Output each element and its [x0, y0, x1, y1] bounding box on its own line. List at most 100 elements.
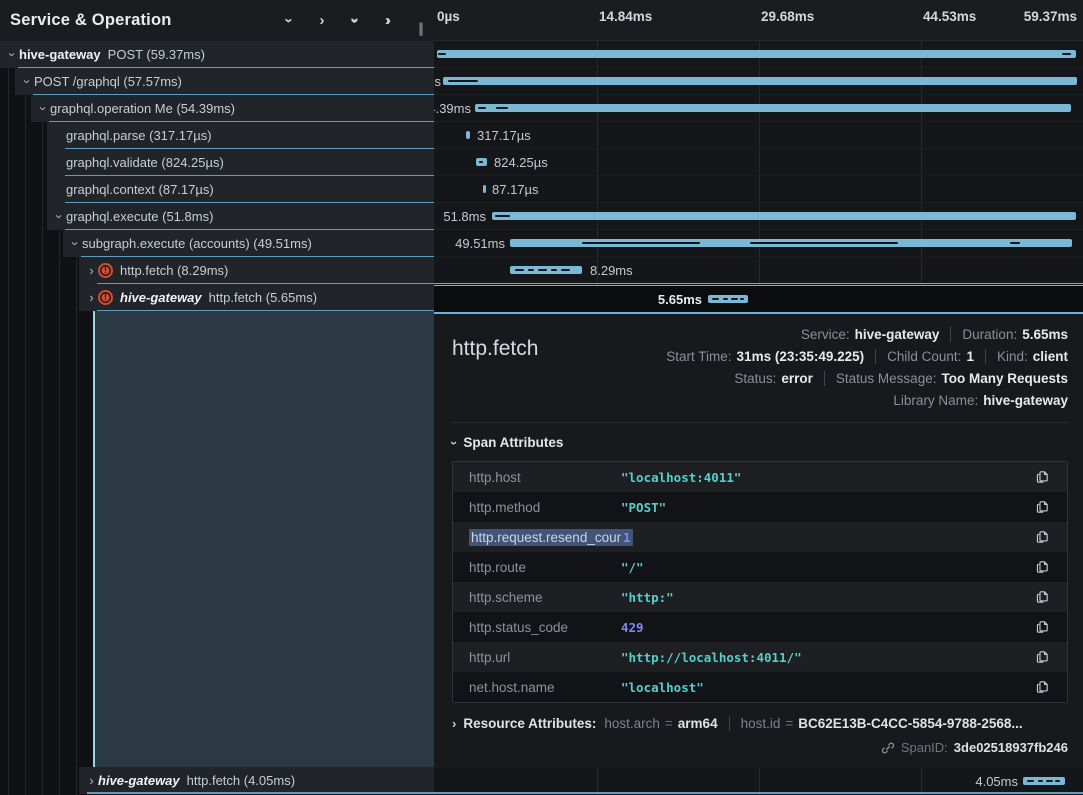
meta-label: Duration: [962, 327, 1017, 342]
chevron-right-icon[interactable]: › [314, 12, 330, 29]
span-bar-row [434, 41, 1083, 68]
span-bar-row: 57.57ms [434, 68, 1083, 95]
attribute-row: http.method "POST" [453, 492, 1067, 522]
copy-button[interactable] [1025, 679, 1059, 695]
span-bar[interactable] [437, 50, 1076, 58]
double-chevron-right-icon[interactable]: ›› [380, 12, 396, 29]
span-tree-row[interactable]: graphql.context (87.17µs) [47, 176, 434, 203]
span-tree-row[interactable]: › hive-gateway POST (59.37ms) [0, 41, 434, 68]
timeline-pane: 0µs 14.84ms 29.68ms 44.53ms 59.37ms 57.5… [434, 0, 1083, 795]
span-service-name: hive-gateway [98, 768, 180, 794]
detail-divider [452, 422, 1068, 423]
copy-button[interactable] [1025, 559, 1059, 575]
meta-value-service: hive-gateway [855, 327, 940, 342]
chevron-right-icon[interactable]: › [85, 264, 98, 277]
span-tree-row[interactable]: graphql.parse (317.17µs) [47, 122, 434, 149]
chevron-down-icon[interactable]: › [53, 210, 66, 223]
attribute-key: http.method [469, 500, 621, 515]
span-tree-row[interactable]: › POST /graphql (57.57ms) [15, 68, 434, 95]
resource-attributes-row[interactable]: › Resource Attributes: host.arch = arm64… [452, 716, 1068, 731]
attribute-key: http.url [469, 650, 621, 665]
timeline-ruler: 0µs 14.84ms 29.68ms 44.53ms 59.37ms [434, 0, 1083, 41]
span-label: POST /graphql (57.57ms) [34, 69, 182, 95]
span-bar[interactable] [1023, 777, 1065, 785]
copy-icon [1035, 559, 1050, 575]
span-label: POST (59.37ms) [108, 42, 205, 68]
meta-value-start-time: 31ms (23:35:49.225) [737, 349, 865, 364]
chevron-down-icon[interactable]: › [281, 13, 298, 29]
span-bar[interactable] [708, 295, 748, 303]
chevron-down-icon: › [448, 440, 460, 444]
panel-title: Service & Operation [10, 11, 172, 30]
copy-icon [1035, 469, 1050, 485]
copy-button[interactable] [1025, 649, 1059, 665]
chevron-down-icon[interactable]: › [6, 48, 19, 61]
span-tree-row[interactable]: › graphql.operation Me (54.39ms) [31, 95, 434, 122]
span-bar[interactable] [443, 77, 1077, 85]
span-bar[interactable] [492, 212, 1076, 220]
attribute-key: http.host [469, 470, 621, 485]
resource-attributes-title: Resource Attributes: [463, 716, 596, 731]
span-bar[interactable] [510, 239, 1072, 247]
span-bar-row: 49.51ms [434, 230, 1083, 257]
chevron-down-icon[interactable]: › [21, 75, 34, 88]
meta-label: Start Time: [666, 349, 731, 364]
span-bar[interactable] [510, 266, 582, 274]
span-tree: › hive-gateway POST (59.37ms) › POST /gr… [0, 41, 434, 794]
span-tree-row[interactable]: › subgraph.execute (accounts) (49.51ms) [63, 230, 434, 257]
span-service-name: hive-gateway [19, 42, 101, 68]
span-bar[interactable] [475, 104, 1071, 112]
ruler-tick: 29.68ms [761, 9, 814, 24]
equals-sign: = [785, 716, 793, 731]
ruler-tick: 14.84ms [599, 9, 652, 24]
double-chevron-down-icon[interactable]: ›› [347, 13, 364, 29]
span-tree-row[interactable]: › graphql.execute (51.8ms) [47, 203, 434, 230]
section-title: Span Attributes [463, 435, 563, 450]
selected-text: http.request.resend_count [469, 529, 630, 546]
span-bar-row: 87.17µs [434, 176, 1083, 203]
chevron-down-icon[interactable]: › [37, 102, 50, 115]
attribute-value: 1 [621, 530, 1025, 545]
meta-label: Library Name: [893, 393, 978, 408]
span-label: http.fetch (4.05ms) [187, 768, 295, 794]
error-icon: ! [98, 290, 113, 305]
span-detail-title: http.fetch [452, 327, 538, 361]
copy-button[interactable] [1025, 469, 1059, 485]
chevron-right-icon[interactable]: › [85, 774, 98, 787]
panel-resize-handle[interactable]: ▕▏ [412, 23, 431, 36]
chevron-right-icon[interactable]: › [85, 291, 98, 304]
copy-button[interactable] [1025, 589, 1059, 605]
span-tree-row-selected[interactable]: › ! hive-gateway http.fetch (5.65ms) [79, 284, 434, 311]
ruler-tick: 44.53ms [923, 9, 976, 24]
span-label: graphql.execute (51.8ms) [66, 204, 213, 230]
attribute-value: 429 [621, 620, 1025, 635]
span-bar[interactable] [476, 158, 487, 166]
span-duration-label: 4.05ms [975, 768, 1018, 795]
attribute-key: http.scheme [469, 590, 621, 605]
span-label: graphql.operation Me (54.39ms) [50, 96, 235, 122]
span-tree-row[interactable]: graphql.validate (824.25µs) [47, 149, 434, 176]
meta-divider [875, 349, 876, 364]
meta-divider [729, 716, 730, 731]
meta-label: Status: [734, 371, 776, 386]
chevron-down-icon[interactable]: › [69, 237, 82, 250]
span-label: subgraph.execute (accounts) (49.51ms) [82, 231, 312, 257]
attribute-row: http.scheme "http:" [453, 582, 1067, 612]
span-tree-row[interactable]: › ! http.fetch (8.29ms) [79, 257, 434, 284]
span-attributes-section-header[interactable]: › Span Attributes [452, 435, 1068, 450]
copy-button[interactable] [1025, 499, 1059, 515]
span-bar[interactable] [466, 131, 470, 139]
copy-button[interactable] [1025, 529, 1059, 545]
meta-divider [985, 349, 986, 364]
meta-value-status: error [781, 371, 813, 386]
attribute-value: "localhost:4011" [621, 470, 1025, 485]
span-tree-row[interactable]: › hive-gateway http.fetch (4.05ms) [79, 767, 434, 794]
span-duration-label: 8.29ms [590, 257, 633, 284]
copy-icon [1035, 529, 1050, 545]
copy-icon [1035, 679, 1050, 695]
link-icon[interactable] [881, 741, 895, 755]
span-bar[interactable] [483, 185, 486, 193]
span-id-value: 3de02518937fb246 [954, 740, 1068, 755]
span-attributes-table: http.host "localhost:4011" http.method "… [452, 461, 1068, 703]
copy-button[interactable] [1025, 619, 1059, 635]
